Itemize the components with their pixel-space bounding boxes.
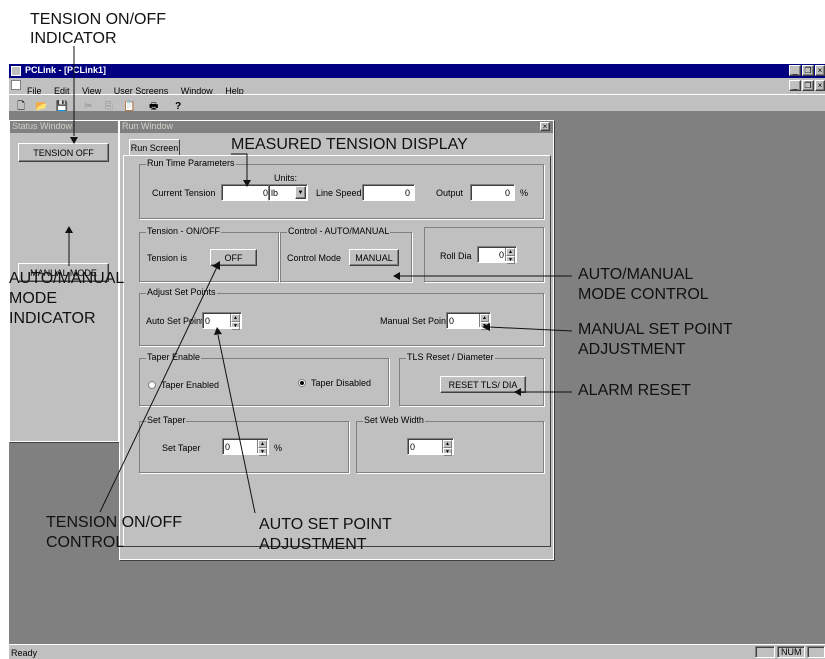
arrow-auto-setpoint bbox=[214, 327, 222, 335]
arrow-manual-setpoint bbox=[482, 323, 490, 331]
leader-auto-setpoint bbox=[217, 334, 256, 514]
arrow-measured-tension bbox=[243, 180, 251, 187]
leader-tension-control bbox=[99, 266, 218, 513]
leader-measured-tension bbox=[231, 153, 248, 180]
callout-leaders bbox=[65, 46, 573, 514]
arrow-automanual-control bbox=[393, 272, 400, 280]
arrow-tension-indicator bbox=[70, 137, 78, 144]
arrow-alarm-reset bbox=[514, 388, 521, 396]
arrow-automanual-indicator bbox=[65, 226, 73, 233]
leader-manual-setpoint bbox=[488, 326, 573, 332]
